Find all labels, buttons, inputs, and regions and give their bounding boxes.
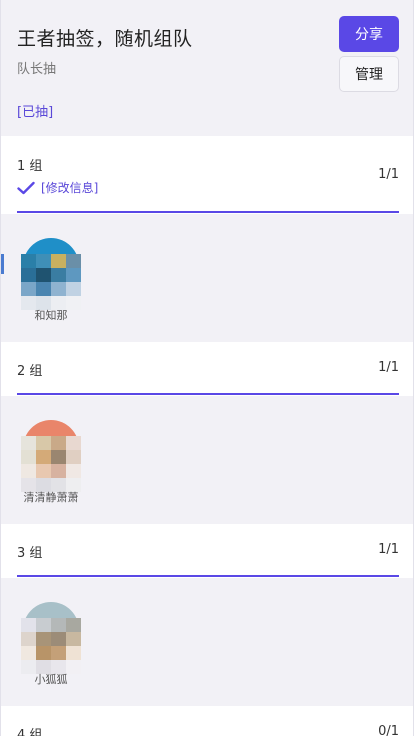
avatar-pixel <box>21 254 36 268</box>
member-name: 清清静萧萧 <box>23 491 79 504</box>
member-card[interactable]: 清清静萧萧 <box>19 420 83 504</box>
scroll-marker <box>1 254 4 274</box>
group-name: 2 组 <box>17 364 43 379</box>
avatar-pixel <box>51 268 66 282</box>
avatar-pixel <box>21 632 36 646</box>
avatar-pixel <box>51 254 66 268</box>
group-header-1: 1 组 1/1 [修改信息] <box>1 136 413 214</box>
share-button[interactable]: 分享 <box>339 16 399 52</box>
group-count: 1/1 <box>378 542 399 557</box>
avatar-pixel <box>21 436 36 450</box>
group-members-3: 小狐狐 <box>1 578 413 706</box>
avatar-pixel <box>21 268 36 282</box>
avatar-pixel <box>36 618 51 632</box>
group-header-2: 2 组 1/1 <box>1 342 413 396</box>
avatar-pixel <box>51 282 66 296</box>
avatar-pixel <box>21 282 36 296</box>
header: 王者抽签，随机组队 队长抽 [已抽] 分享 管理 <box>1 0 413 136</box>
avatar-pixel <box>36 282 51 296</box>
avatar <box>19 238 83 310</box>
group-divider <box>17 211 399 213</box>
edit-info-row[interactable]: [修改信息] <box>17 179 98 196</box>
avatar-pixel <box>51 646 66 660</box>
avatar <box>19 602 83 674</box>
avatar-pixel <box>66 464 81 478</box>
avatar-pixels <box>21 618 81 674</box>
page-title: 王者抽签，随机组队 <box>17 28 193 50</box>
avatar-pixel <box>21 450 36 464</box>
avatar-pixels <box>21 436 81 492</box>
avatar-pixel <box>36 646 51 660</box>
avatar-pixel <box>66 282 81 296</box>
member-card[interactable]: 和知那 <box>19 238 83 322</box>
avatar-pixel <box>66 618 81 632</box>
avatar-pixel <box>66 646 81 660</box>
avatar-pixel <box>36 632 51 646</box>
group-members-1: 和知那 <box>1 214 413 342</box>
avatar-pixel <box>36 268 51 282</box>
avatar-pixel <box>51 464 66 478</box>
avatar-pixel <box>21 464 36 478</box>
group-members-2: 清清静萧萧 <box>1 396 413 524</box>
page: 王者抽签，随机组队 队长抽 [已抽] 分享 管理 1 组 1/1 [修改信息] … <box>0 0 414 736</box>
avatar-pixel <box>66 436 81 450</box>
group-name: 3 组 <box>17 546 43 561</box>
avatar-pixel <box>66 268 81 282</box>
draw-mode-label: 队长抽 <box>17 62 57 77</box>
avatar-pixel <box>51 450 66 464</box>
group-divider <box>17 393 399 395</box>
group-header-4: 4 组 0/1 <box>1 706 413 736</box>
manage-button[interactable]: 管理 <box>339 56 399 92</box>
group-divider <box>17 575 399 577</box>
avatar-pixel <box>51 618 66 632</box>
member-card[interactable]: 小狐狐 <box>19 602 83 686</box>
status-badge: [已抽] <box>17 105 54 120</box>
avatar-pixel <box>66 450 81 464</box>
avatar-pixel <box>66 254 81 268</box>
group-count: 0/1 <box>378 724 399 736</box>
group-header-3: 3 组 1/1 <box>1 524 413 578</box>
avatar-pixel <box>36 254 51 268</box>
edit-info-link[interactable]: [修改信息] <box>41 179 98 196</box>
group-name: 1 组 <box>17 159 43 174</box>
group-name: 4 组 <box>17 728 43 736</box>
avatar <box>19 420 83 492</box>
avatar-pixel <box>21 618 36 632</box>
avatar-pixel <box>36 450 51 464</box>
avatar-pixel <box>36 436 51 450</box>
group-count: 1/1 <box>378 167 399 182</box>
avatar-pixel <box>51 632 66 646</box>
avatar-pixel <box>66 632 81 646</box>
avatar-pixel <box>21 646 36 660</box>
member-name: 小狐狐 <box>34 673 68 686</box>
group-count: 1/1 <box>378 360 399 375</box>
avatar-pixel <box>51 436 66 450</box>
avatar-pixel <box>36 464 51 478</box>
member-name: 和知那 <box>34 309 68 322</box>
avatar-pixels <box>21 254 81 310</box>
check-icon <box>17 181 35 194</box>
